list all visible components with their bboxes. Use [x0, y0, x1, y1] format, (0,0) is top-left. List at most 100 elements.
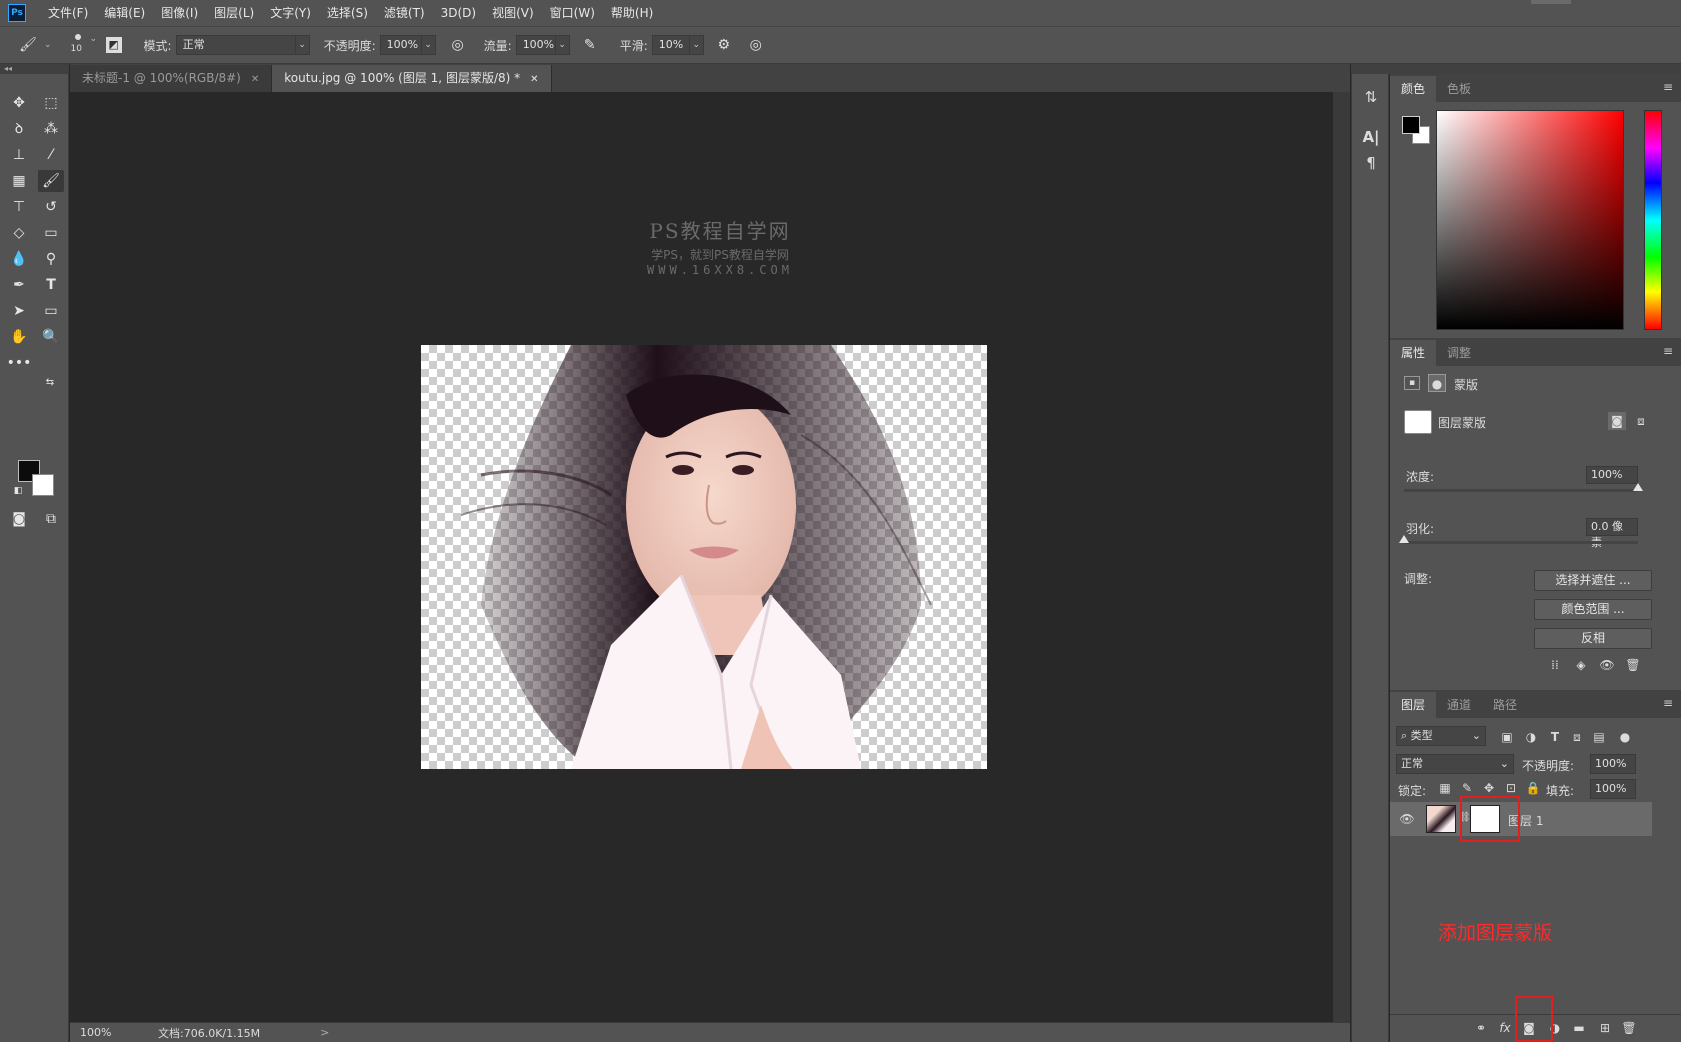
blend-mode-select[interactable]: 正常 ⌄	[1396, 754, 1514, 774]
menu-filter[interactable]: 滤镜(T)	[376, 0, 433, 26]
new-layer-icon[interactable]: ⊞	[1596, 1019, 1614, 1037]
layer-image-thumbnail[interactable]	[1426, 805, 1456, 833]
gradient-tool-icon[interactable]: ▭	[38, 222, 64, 244]
menu-3d[interactable]: 3D(D)	[433, 0, 484, 26]
move-tool-icon[interactable]: ✥	[6, 92, 32, 114]
load-selection-icon[interactable]: ⁞⁞	[1546, 656, 1564, 674]
panel-menu-icon[interactable]: ≡	[1663, 344, 1673, 358]
clone-stamp-tool-icon[interactable]: ⊤	[6, 196, 32, 218]
pixel-mask-icon[interactable]: ▪	[1404, 376, 1420, 390]
marquee-tool-icon[interactable]: ⬚	[38, 92, 64, 114]
filter-pixel-layer-icon[interactable]: ▣	[1498, 728, 1516, 746]
tab-untitled-1[interactable]: 未标题-1 @ 100%(RGB/8#) ✕	[70, 65, 273, 92]
eraser-tool-icon[interactable]: ◇	[6, 222, 32, 244]
character-panel-icon[interactable]: A|	[1352, 124, 1390, 150]
invert-button[interactable]: 反相	[1534, 628, 1652, 649]
crop-tool-icon[interactable]: ⊥	[6, 144, 32, 166]
smoothing-input[interactable]: 10%	[651, 35, 690, 55]
density-slider-track[interactable]	[1404, 489, 1638, 492]
lasso-tool-icon[interactable]: ꝺ	[6, 118, 32, 140]
select-pixel-mask-icon[interactable]: ◙	[1608, 412, 1626, 430]
fill-input[interactable]: 100%⌄	[1590, 779, 1636, 813]
menu-image[interactable]: 图像(I)	[153, 0, 206, 26]
trash-icon[interactable]: 🗑	[1620, 1019, 1638, 1037]
filter-shape-layer-icon[interactable]: ⧈	[1568, 728, 1586, 746]
feather-input[interactable]: 0.0 像素	[1586, 518, 1638, 549]
add-vector-mask-icon[interactable]: ⧈	[1632, 412, 1650, 430]
tab-koutu-jpg[interactable]: koutu.jpg @ 100% (图层 1, 图层蒙版/8) * ✕	[272, 65, 552, 92]
airbrush-icon[interactable]: ✎	[580, 35, 600, 55]
history-panel-icon[interactable]: ⇅	[1352, 84, 1390, 110]
layer-filter-select[interactable]: ⌕ 类型 ⌄	[1396, 726, 1486, 746]
new-group-icon[interactable]: ▬	[1570, 1019, 1588, 1037]
brush-tool-icon[interactable]: 🖌	[18, 35, 38, 55]
magic-wand-tool-icon[interactable]: ⁂	[38, 118, 64, 140]
layer-row[interactable]: 👁 ⛓ 图层 1	[1390, 802, 1652, 836]
pen-tool-icon[interactable]: ✒	[6, 274, 32, 296]
tab-paths[interactable]: 路径	[1482, 692, 1528, 718]
tab-layers[interactable]: 图层	[1390, 692, 1437, 718]
color-panel-foreground-swatch[interactable]	[1402, 116, 1420, 134]
brush-settings-panel-icon[interactable]: ◩	[105, 37, 122, 53]
history-brush-tool-icon[interactable]: ↺	[38, 196, 64, 218]
chevron-down-icon[interactable]: ⌄	[295, 35, 310, 55]
brush-preset-picker[interactable]: 10 ⌄	[66, 28, 100, 62]
menu-view[interactable]: 视图(V)	[484, 0, 542, 26]
menu-edit[interactable]: 编辑(E)	[96, 0, 153, 26]
gear-icon[interactable]: ⚙	[714, 35, 734, 55]
pressure-size-icon[interactable]: ◎	[746, 35, 766, 55]
eyedropper-tool-icon[interactable]: ⁄	[38, 144, 64, 166]
filter-adjustment-layer-icon[interactable]: ◑	[1522, 728, 1540, 746]
menu-file[interactable]: 文件(F)	[40, 0, 96, 26]
lock-all-icon[interactable]: 🔒	[1524, 779, 1542, 797]
swap-colors-icon[interactable]: ⇆	[42, 376, 58, 390]
background-color-swatch[interactable]	[32, 474, 54, 496]
hand-tool-icon[interactable]: ✋	[6, 326, 32, 348]
menu-help[interactable]: 帮助(H)	[603, 0, 661, 26]
feather-slider-thumb[interactable]	[1399, 535, 1409, 543]
hue-slider[interactable]	[1644, 110, 1662, 330]
brush-tool-icon[interactable]: 🖌	[38, 170, 64, 192]
zoom-tool-icon[interactable]: 🔍	[38, 326, 64, 348]
chevron-down-icon[interactable]: ⌄	[555, 35, 570, 55]
color-picker-field[interactable]	[1436, 110, 1624, 330]
chevron-down-icon[interactable]: ⌄	[44, 40, 52, 50]
filter-smart-object-icon[interactable]: ▤	[1590, 728, 1608, 746]
menu-select[interactable]: 选择(S)	[319, 0, 376, 26]
tab-adjustments[interactable]: 调整	[1436, 340, 1482, 366]
menu-layer[interactable]: 图层(L)	[206, 0, 262, 26]
document-image[interactable]	[421, 345, 987, 769]
close-icon[interactable]: ✕	[530, 74, 538, 85]
panel-menu-icon[interactable]: ≡	[1663, 696, 1673, 710]
vector-mask-icon[interactable]: ●	[1428, 374, 1446, 392]
quick-mask-icon[interactable]: ◙	[6, 508, 32, 530]
lock-transparent-pixels-icon[interactable]: ▦	[1436, 779, 1454, 797]
chevron-down-icon[interactable]: ⌄	[421, 35, 436, 55]
window-minimize-strip[interactable]	[1531, 0, 1571, 4]
pressure-opacity-icon[interactable]: ◎	[448, 35, 468, 55]
panel-menu-icon[interactable]: ≡	[1663, 80, 1673, 94]
status-menu-arrow[interactable]: >	[320, 1026, 329, 1039]
flow-input[interactable]: 100%	[515, 35, 556, 55]
tab-properties[interactable]: 属性	[1390, 340, 1437, 366]
chevron-down-icon[interactable]: ⌄	[689, 35, 704, 55]
filter-toggle-icon[interactable]: ●	[1616, 728, 1634, 746]
paragraph-panel-icon[interactable]: ¶	[1352, 150, 1390, 176]
apply-mask-icon[interactable]: ◈	[1572, 656, 1590, 674]
fx-icon[interactable]: fx	[1496, 1019, 1514, 1037]
link-layers-icon[interactable]: ⚭	[1472, 1019, 1490, 1037]
menu-type[interactable]: 文字(Y)	[262, 0, 319, 26]
mode-select[interactable]: 正常	[175, 35, 296, 55]
select-and-mask-button[interactable]: 选择并遮住 ...	[1534, 570, 1652, 591]
tab-color[interactable]: 颜色	[1390, 76, 1437, 102]
tab-channels[interactable]: 通道	[1436, 692, 1482, 718]
eye-icon[interactable]: 👁	[1398, 810, 1416, 828]
lock-image-pixels-icon[interactable]: ✎	[1458, 779, 1476, 797]
density-slider-thumb[interactable]	[1633, 483, 1643, 491]
dodge-tool-icon[interactable]: ⚲	[38, 248, 64, 270]
canvas-vertical-scrollbar[interactable]	[1333, 92, 1350, 1022]
lock-position-icon[interactable]: ✥	[1480, 779, 1498, 797]
opacity-input[interactable]: 100%	[379, 35, 422, 55]
more-tools-icon[interactable]: •••	[6, 352, 32, 374]
density-input[interactable]: 100%	[1586, 466, 1638, 484]
